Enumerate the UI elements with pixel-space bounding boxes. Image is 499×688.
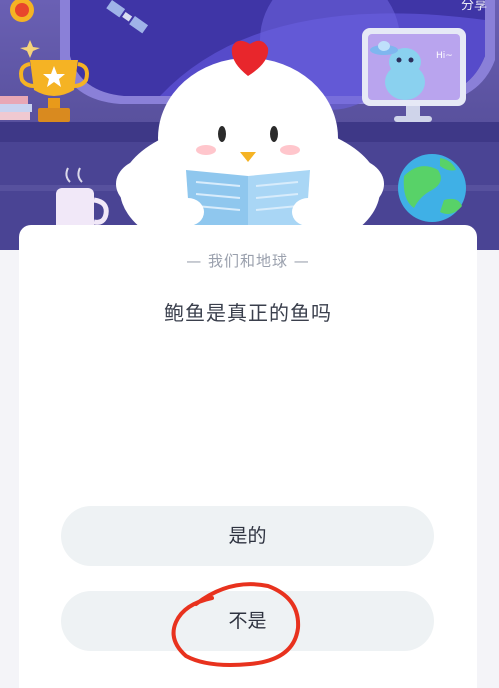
quiz-page: Hi~ 分享 — 我们和地球 — 鲍鱼是真正的鱼吗 是的 不是 [0, 0, 499, 688]
earth-globe-icon [398, 154, 466, 222]
share-button[interactable]: 分享 [461, 0, 487, 13]
monitor-speech: Hi~ [436, 51, 453, 61]
header-illustration: Hi~ 分享 [0, 0, 499, 250]
answer-option-yes[interactable]: 是的 [61, 506, 434, 566]
answer-option-no[interactable]: 不是 [61, 591, 434, 651]
quiz-category: — 我们和地球 — [186, 252, 310, 270]
quiz-question: 鲍鱼是真正的鱼吗 [164, 301, 332, 325]
quiz-card: — 我们和地球 — 鲍鱼是真正的鱼吗 是的 不是 [19, 225, 477, 688]
alien-monitor-icon: Hi~ [362, 28, 466, 122]
scene-artwork: Hi~ [0, 0, 499, 250]
